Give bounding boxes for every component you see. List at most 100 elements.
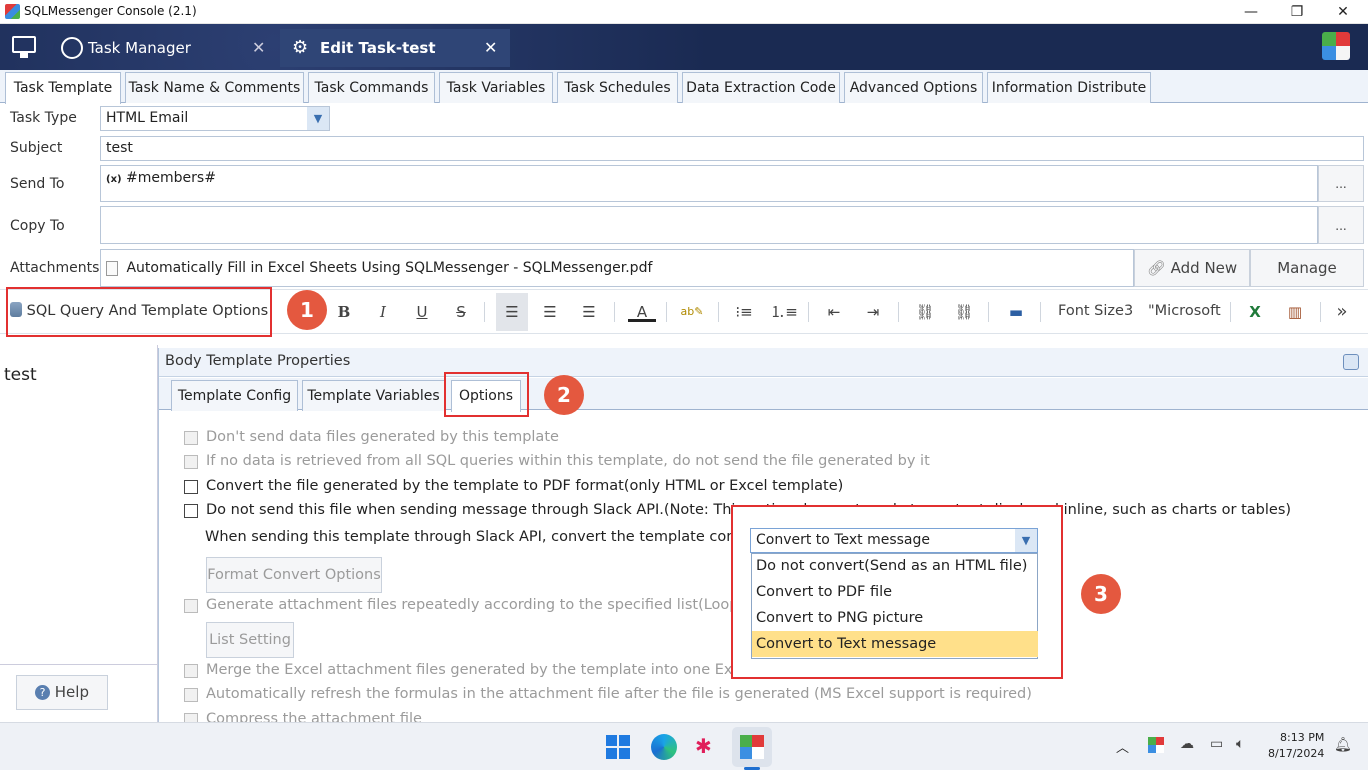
tray-app-icon[interactable] (1148, 737, 1164, 753)
toolbar-separator (1230, 302, 1231, 322)
option-merge-excel: Merge the Excel attachment files generat… (206, 662, 751, 678)
window-title: SQLMessenger Console (2.1) (24, 4, 197, 18)
send-to-input[interactable]: (x) #members# (100, 165, 1318, 202)
list-setting-button[interactable]: List Setting (206, 622, 294, 658)
edge-browser-icon[interactable] (651, 734, 677, 760)
bullet-list-icon[interactable]: ⁝≡ (730, 300, 758, 324)
underline-button[interactable]: U (408, 300, 436, 324)
tab-edit-task[interactable]: ⚙ Edit Task-test ✕ (280, 29, 510, 67)
close-button[interactable]: ✕ (1320, 0, 1366, 24)
copy-to-browse-button[interactable]: ... (1318, 206, 1364, 244)
option-dont-send-data-files: Don't send data files generated by this … (206, 429, 559, 445)
checkbox-no-data-no-file[interactable] (184, 455, 198, 469)
font-color-icon[interactable]: A (628, 300, 656, 322)
tab-task-manager[interactable]: Task Manager ✕ (56, 29, 276, 67)
cloud-tray-icon[interactable]: ☁ (1180, 736, 1194, 752)
toolbar-separator (666, 302, 667, 322)
bold-button[interactable]: B (330, 300, 358, 324)
editor-area[interactable]: test ? Help (0, 345, 158, 722)
align-right-icon[interactable]: ☰ (575, 300, 603, 324)
monitor-icon[interactable] (12, 36, 36, 53)
clock-date[interactable]: 8/17/2024 (1268, 747, 1324, 760)
notification-bell-icon[interactable]: 🔔︎ (1334, 737, 1352, 753)
close-tab-icon[interactable]: ✕ (484, 29, 497, 67)
toolbar-separator (614, 302, 615, 322)
add-new-label: Add New (1170, 259, 1238, 277)
copy-to-label: Copy To (10, 218, 65, 234)
minimize-button[interactable]: — (1228, 0, 1274, 24)
checkbox-loop-template[interactable] (184, 599, 198, 613)
option-compress: Compress the attachment file (206, 711, 422, 722)
compress-option-row: Compress the attachment file (184, 710, 584, 722)
tab-task-schedules[interactable]: Task Schedules (557, 72, 678, 103)
network-icon[interactable]: ▭ (1210, 736, 1223, 752)
copy-to-input[interactable] (100, 206, 1318, 244)
slack-icon[interactable]: ✱ (695, 734, 719, 758)
step-badge-2: 2 (544, 375, 584, 415)
chevron-up-icon[interactable]: ︿ (1116, 737, 1129, 756)
app-brand-icon[interactable] (1322, 32, 1350, 60)
panel-title: Body Template Properties (165, 353, 351, 369)
divider (0, 664, 158, 665)
app-logo-icon (5, 4, 20, 19)
align-center-icon[interactable]: ☰ (536, 300, 564, 324)
more-tools-icon[interactable]: » (1328, 300, 1356, 324)
option-convert-to-pdf: Convert the file generated by the templa… (206, 478, 844, 494)
link-icon[interactable]: ⛓ (911, 300, 939, 324)
checkbox-merge-excel[interactable] (184, 664, 198, 678)
task-tabs: Task Template Task Name & Comments Task … (0, 70, 1368, 104)
tab-advanced-options[interactable]: Advanced Options (844, 72, 983, 103)
file-icon (106, 260, 118, 276)
excel-icon[interactable]: X (1241, 300, 1269, 324)
toolbar-separator (1320, 302, 1321, 322)
add-new-button[interactable]: 🔗︎ Add New (1134, 249, 1250, 287)
taskbar: ✱ ︿ ☁ ▭ 🔈︎ 8:13 PM 8/17/2024 🔔︎ (0, 722, 1368, 770)
slack-convert-label: When sending this template through Slack… (205, 529, 785, 545)
option-refresh-formulas: Automatically refresh the formulas in th… (206, 686, 1032, 702)
question-icon: ? (35, 685, 50, 700)
help-button[interactable]: ? Help (16, 675, 108, 710)
attachments-list[interactable]: Automatically Fill in Excel Sheets Using… (100, 249, 1134, 287)
subject-input[interactable]: test (100, 136, 1364, 161)
highlight-icon[interactable]: ab✎ (678, 300, 706, 324)
tab-template-config[interactable]: Template Config (171, 380, 298, 411)
clock-time[interactable]: 8:13 PM (1280, 731, 1324, 744)
task-type-select[interactable]: HTML Email ▼ (100, 106, 330, 131)
collapse-panel-icon[interactable] (1343, 354, 1359, 370)
panel-tabs: Template Config Template Variables Optio… (159, 378, 1368, 412)
indent-icon[interactable]: ⇥ (859, 300, 887, 324)
volume-icon[interactable]: 🔈︎ (1236, 736, 1244, 752)
format-convert-options-button[interactable]: Format Convert Options (206, 557, 382, 593)
checkbox-dont-send-data-files[interactable] (184, 431, 198, 445)
horizontal-rule-icon[interactable]: ▬ (1002, 300, 1030, 324)
outdent-icon[interactable]: ⇤ (820, 300, 848, 324)
align-left-icon[interactable]: ☰ (496, 293, 528, 331)
chart-icon[interactable]: ▥ (1281, 300, 1309, 324)
toolbar-separator (988, 302, 989, 322)
toolbar-separator (1040, 302, 1041, 322)
font-name-select[interactable]: "Microsoft (1148, 303, 1221, 319)
strikethrough-button[interactable]: S (447, 300, 475, 324)
tab-task-template[interactable]: Task Template (5, 72, 121, 104)
checkbox-convert-to-pdf[interactable] (184, 480, 198, 494)
tab-task-commands[interactable]: Task Commands (308, 72, 435, 103)
manage-button[interactable]: Manage (1250, 249, 1364, 287)
tab-information-distribute[interactable]: Information Distribute (987, 72, 1151, 103)
checkbox-no-slack-send[interactable] (184, 504, 198, 518)
italic-button[interactable]: I (369, 300, 397, 324)
numbered-list-icon[interactable]: ⒈≡ (770, 300, 798, 324)
tab-template-variables[interactable]: Template Variables (302, 380, 445, 411)
close-tab-icon[interactable]: ✕ (252, 29, 265, 67)
attachment-file-name[interactable]: Automatically Fill in Excel Sheets Using… (126, 260, 652, 276)
checkbox-compress[interactable] (184, 713, 198, 722)
font-size-select[interactable]: Font Size3 (1058, 303, 1133, 319)
unlink-icon[interactable]: ⛓ (950, 300, 978, 324)
tab-task-variables[interactable]: Task Variables (439, 72, 553, 103)
checkbox-refresh-formulas[interactable] (184, 688, 198, 702)
tab-task-name-comments[interactable]: Task Name & Comments (125, 72, 304, 103)
option-loop-template: Generate attachment files repeatedly acc… (206, 597, 751, 613)
send-to-browse-button[interactable]: ... (1318, 165, 1364, 202)
tab-data-extraction-code[interactable]: Data Extraction Code (682, 72, 840, 103)
maximize-button[interactable]: ❐ (1274, 0, 1320, 24)
windows-start-icon[interactable] (606, 735, 630, 759)
